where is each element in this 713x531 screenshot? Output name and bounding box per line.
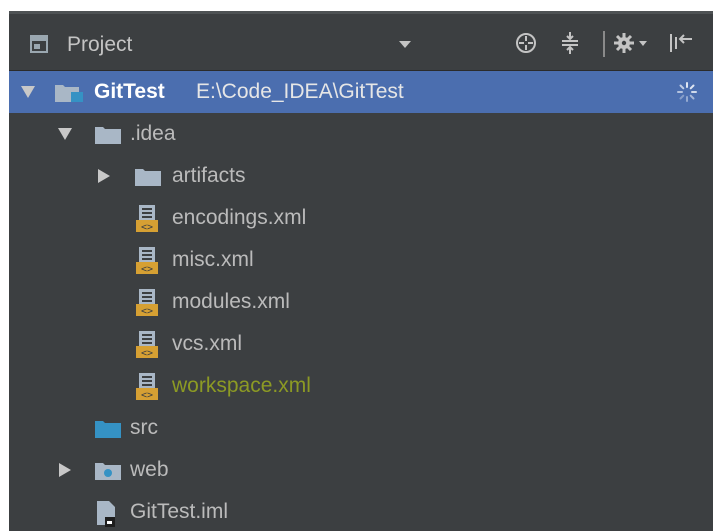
root-path: E:\Code_IDEA\GitTest bbox=[196, 80, 404, 103]
file-label: misc.xml bbox=[172, 248, 254, 271]
svg-text:<>: <> bbox=[141, 390, 153, 401]
gear-icon[interactable] bbox=[613, 31, 649, 55]
svg-text:<>: <> bbox=[141, 264, 153, 275]
loading-spinner-icon bbox=[677, 82, 697, 102]
tree-row-src[interactable]: src bbox=[9, 407, 713, 449]
project-tool-window: Project GitTest E:\Code_IDEA\GitTest .id… bbox=[9, 11, 713, 531]
tree-row-file[interactable]: <> vcs.xml bbox=[9, 323, 713, 365]
collapse-arrow-icon[interactable] bbox=[59, 463, 71, 477]
xml-file-icon: <> bbox=[136, 373, 158, 401]
tree-row-root[interactable]: GitTest E:\Code_IDEA\GitTest bbox=[9, 71, 713, 113]
xml-file-icon: <> bbox=[136, 289, 158, 317]
expand-arrow-icon[interactable] bbox=[21, 86, 35, 98]
tree-row-artifacts[interactable]: artifacts bbox=[9, 155, 713, 197]
source-folder-icon bbox=[95, 421, 121, 438]
xml-file-icon: <> bbox=[136, 331, 158, 359]
tree-row-file-modified[interactable]: <> workspace.xml bbox=[9, 365, 713, 407]
tree-row-web[interactable]: web bbox=[9, 449, 713, 491]
collapse-arrow-icon[interactable] bbox=[98, 169, 110, 183]
tree-row-idea[interactable]: .idea bbox=[9, 113, 713, 155]
folder-label: artifacts bbox=[172, 164, 246, 187]
file-label: encodings.xml bbox=[172, 206, 307, 229]
folder-label: .idea bbox=[130, 122, 176, 145]
tree-row-file[interactable]: <> modules.xml bbox=[9, 281, 713, 323]
root-label: GitTest bbox=[94, 80, 165, 103]
xml-file-icon: <> bbox=[136, 205, 158, 233]
xml-file-icon: <> bbox=[136, 247, 158, 275]
project-toolbar: Project bbox=[9, 14, 713, 71]
folder-icon bbox=[95, 127, 121, 144]
toolbar-separator bbox=[603, 31, 605, 57]
tree-row-file[interactable]: <> misc.xml bbox=[9, 239, 713, 281]
hide-panel-icon[interactable] bbox=[668, 31, 694, 55]
web-folder-icon bbox=[95, 463, 121, 480]
collapse-all-icon[interactable] bbox=[558, 31, 582, 55]
tree-row-file[interactable]: <> encodings.xml bbox=[9, 197, 713, 239]
svg-text:<>: <> bbox=[141, 348, 153, 359]
project-view-icon bbox=[30, 35, 48, 53]
crosshair-icon[interactable] bbox=[514, 31, 538, 55]
folder-icon bbox=[135, 169, 161, 186]
file-label: workspace.xml bbox=[172, 374, 311, 397]
tree-row-iml[interactable]: GitTest.iml bbox=[9, 491, 713, 531]
file-label: vcs.xml bbox=[172, 332, 242, 355]
svg-text:<>: <> bbox=[141, 306, 153, 317]
folder-label: web bbox=[130, 458, 169, 481]
caret-down-icon[interactable] bbox=[399, 41, 411, 49]
module-folder-icon bbox=[55, 85, 83, 102]
svg-text:<>: <> bbox=[141, 222, 153, 233]
file-label: modules.xml bbox=[172, 290, 290, 313]
file-label: GitTest.iml bbox=[130, 500, 229, 523]
project-view-title[interactable]: Project bbox=[67, 33, 132, 57]
iml-file-icon bbox=[97, 501, 115, 527]
expand-arrow-icon[interactable] bbox=[58, 128, 72, 140]
folder-label: src bbox=[130, 416, 158, 439]
